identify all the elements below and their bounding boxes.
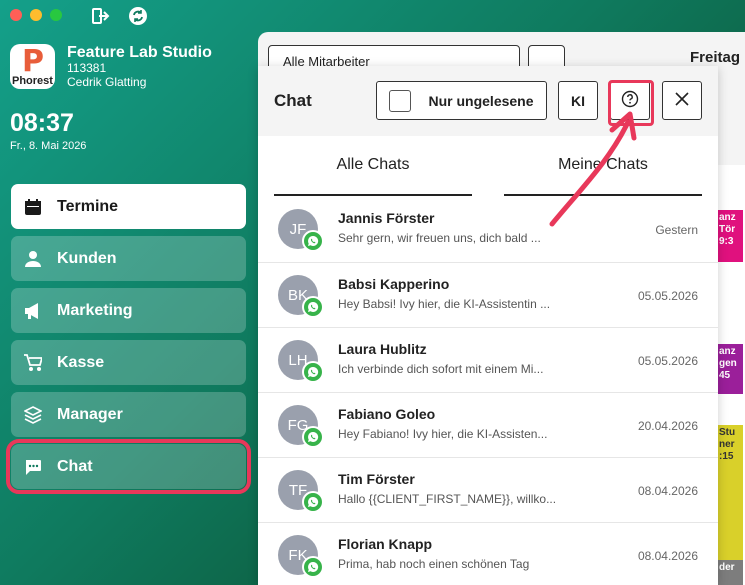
contact-name: Laura Hublitz [338,341,427,357]
user-name: Cedrik Glatting [67,75,147,90]
message-preview: Hallo {{CLIENT_FIRST_NAME}}, willko... [338,492,557,506]
unread-checkbox[interactable] [389,89,412,112]
sidebar-item-manager[interactable]: Manager [11,392,246,437]
contact-name: Babsi Kapperino [338,276,450,292]
sidebar-item-termine[interactable]: Termine [11,184,246,229]
list-item[interactable]: FK Florian Knapp Prima, hab noch einen s… [258,522,718,585]
whatsapp-icon [302,491,324,513]
tab-underline [274,194,472,196]
sync-icon[interactable] [128,6,148,31]
megaphone-icon [23,301,43,321]
sidebar-nav: Termine Kunden Marketing Kasse Manager C… [6,184,251,496]
tab-alle-chats[interactable]: Alle Chats [274,156,472,174]
chat-tabs: Alle Chats Meine Chats [258,136,718,198]
chat-panel: Chat Nur ungelesene KI Alle Chats Meine … [258,66,718,585]
logout-icon[interactable] [90,6,110,31]
message-date: 05.05.2026 [637,289,698,303]
whatsapp-icon [302,361,324,383]
list-item[interactable]: TF Tim Förster Hallo {{CLIENT_FIRST_NAME… [258,457,718,522]
calendar-icon [23,197,43,217]
message-preview: Hey Babsi! Ivy hier, die KI-Assistentin … [338,297,551,311]
contact-name: Jannis Förster [338,210,435,226]
close-window-button[interactable] [10,9,22,21]
help-button-highlight [608,80,654,126]
appointment-block[interactable]: anz Tör 9:3 [717,210,743,262]
appointment-block[interactable]: anz gen 45 [717,344,743,394]
list-item[interactable]: FG Fabiano Goleo Hey Fabiano! Ivy hier, … [258,392,718,457]
phorest-logo: P Phorest [10,44,55,89]
sidebar-item-marketing[interactable]: Marketing [11,288,246,333]
clock-time: 08:37 [10,109,74,137]
cart-icon [23,353,43,373]
sidebar-item-label: Marketing [57,301,133,319]
appointment-block[interactable]: der [717,560,743,585]
top-toolbar [90,6,148,31]
window-controls [10,9,62,21]
chat-list: JF Jannis Förster Sehr gern, wir freuen … [258,197,718,585]
tab-underline [504,194,702,196]
logo-word: Phorest [12,75,53,87]
sidebar-item-chat[interactable]: Chat [6,439,251,494]
ki-button[interactable]: KI [558,81,598,120]
chat-icon [23,457,43,477]
appointment-block[interactable]: Stu ner :15 [717,425,743,575]
list-item[interactable]: JF Jannis Förster Sehr gern, wir freuen … [258,197,718,262]
sidebar-item-kasse[interactable]: Kasse [11,340,246,385]
list-item[interactable]: LH Laura Hublitz Ich verbinde dich sofor… [258,327,718,392]
layers-icon [23,405,43,425]
studio-name: Feature Lab Studio [67,44,212,61]
close-icon [675,92,689,109]
unread-label: Nur ungelesene [428,92,534,109]
whatsapp-icon [302,230,324,252]
person-icon [23,249,43,269]
sidebar-item-label: Kasse [57,353,105,371]
message-date: Gestern [655,223,698,237]
sidebar-item-label: Kunden [57,249,117,267]
brand-block: P Phorest Feature Lab Studio 113381 Cedr… [10,44,212,90]
sidebar-item-kunden[interactable]: Kunden [11,236,246,281]
message-preview: Hey Fabiano! Ivy hier, die KI-Assisten..… [338,427,548,441]
minimize-window-button[interactable] [30,9,42,21]
message-date: 08.04.2026 [637,549,698,563]
message-preview: Sehr gern, wir freuen uns, dich bald ... [338,231,541,245]
message-date: 20.04.2026 [637,419,698,433]
message-date: 05.05.2026 [637,354,698,368]
sidebar-item-label: Chat [57,457,93,475]
whatsapp-icon [302,426,324,448]
message-preview: Ich verbinde dich sofort mit einem Mi... [338,362,544,376]
studio-id: 113381 [67,61,107,76]
message-preview: Prima, hab noch einen schönen Tag [338,557,530,571]
unread-only-toggle[interactable]: Nur ungelesene [376,81,547,120]
contact-name: Fabiano Goleo [338,406,436,422]
list-item[interactable]: BK Babsi Kapperino Hey Babsi! Ivy hier, … [258,262,718,327]
whatsapp-icon [302,296,324,318]
day-label: Freitag [690,49,741,66]
sidebar-item-label: Termine [57,197,119,215]
tab-meine-chats[interactable]: Meine Chats [504,156,702,174]
message-date: 08.04.2026 [637,484,698,498]
sidebar-item-label: Manager [57,405,123,423]
close-button[interactable] [662,81,702,120]
contact-name: Tim Förster [338,471,415,487]
chat-title: Chat [274,91,312,110]
whatsapp-icon [302,556,324,578]
clock-date: Fr., 8. Mai 2026 [10,140,87,152]
contact-name: Florian Knapp [338,536,433,552]
zoom-window-button[interactable] [50,9,62,21]
